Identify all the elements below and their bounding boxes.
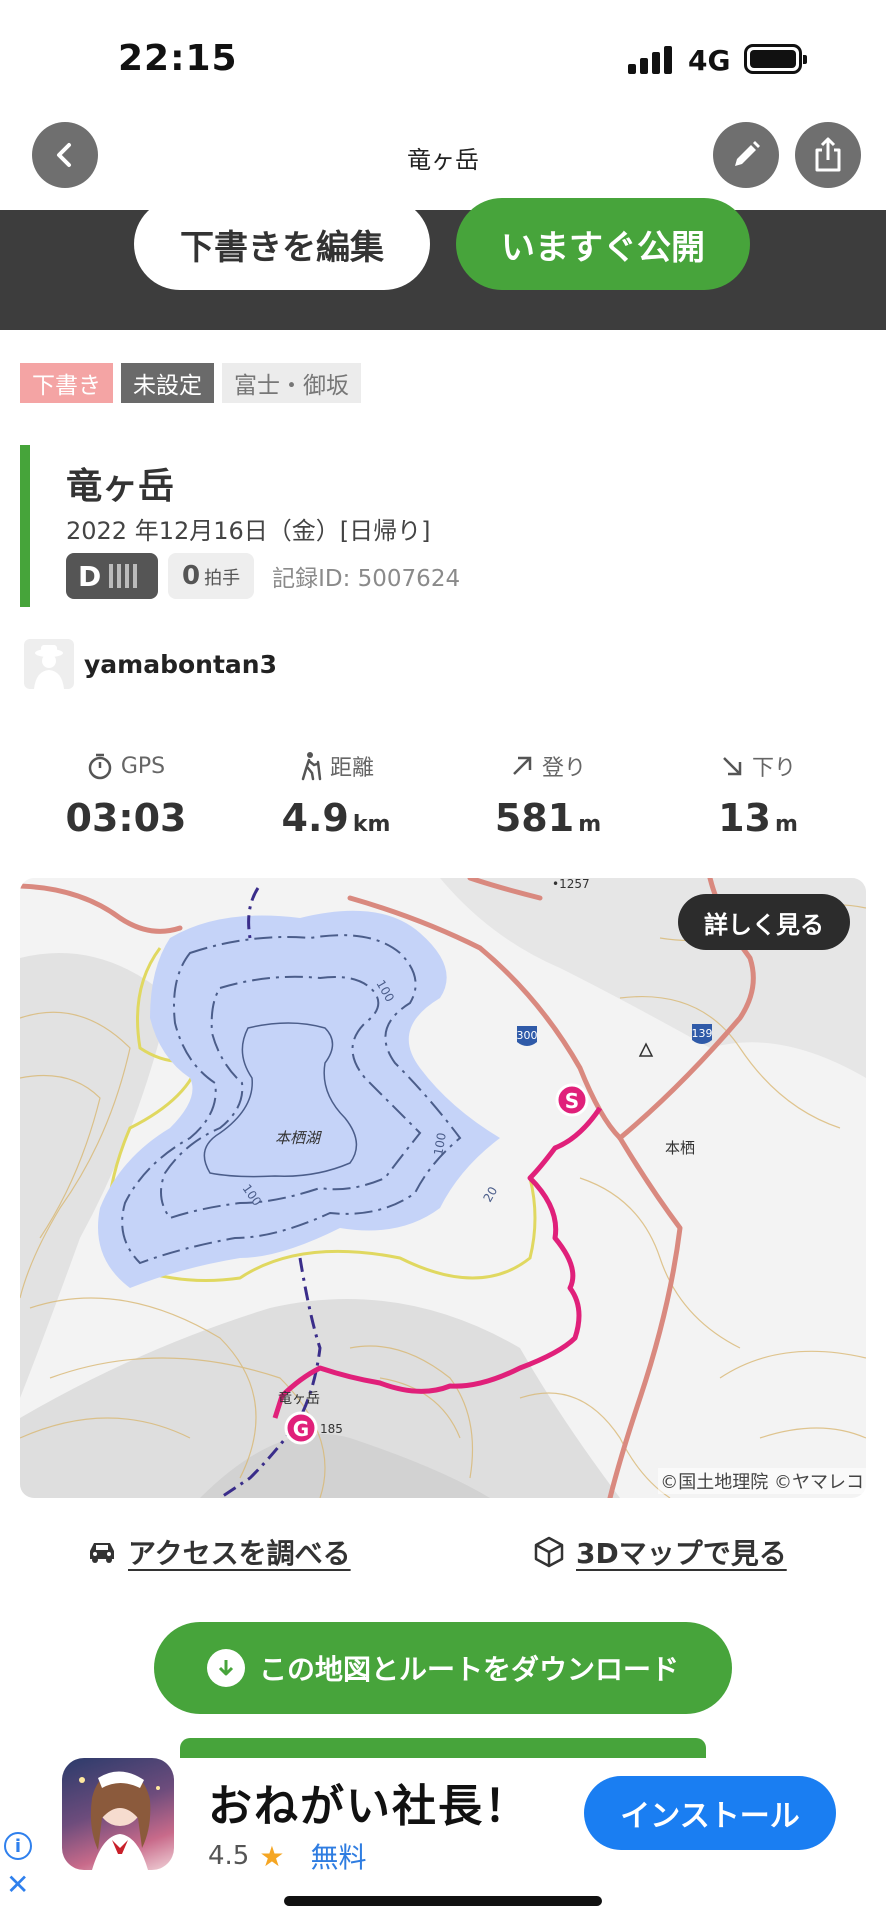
stat-unit: m bbox=[578, 812, 602, 837]
home-indicator bbox=[284, 1896, 602, 1906]
ad-banner[interactable]: i ✕ おねがい社長！ 4.5 ★ 無料 インストール bbox=[0, 1738, 886, 1920]
stats-row: GPS 03:03 距離 4.9 km 登り 581 m 下り 13 m bbox=[0, 750, 886, 850]
access-link[interactable]: アクセスを調べる bbox=[86, 1530, 351, 1574]
user-row[interactable]: yamabontan3 bbox=[24, 638, 277, 690]
ad-rating: 4.5 bbox=[208, 1841, 250, 1871]
status-time: 22:15 bbox=[118, 38, 238, 79]
clap-unit: 拍手 bbox=[204, 568, 241, 589]
badge-row: D 0 拍手 記録ID: 5007624 bbox=[66, 553, 460, 599]
record-date: 2022 年12月16日（金）[日帰り] bbox=[66, 517, 431, 545]
stat-unit: m bbox=[774, 812, 798, 837]
avatar[interactable] bbox=[24, 639, 74, 689]
stat-value: 03:03 bbox=[65, 796, 187, 840]
peak-label: 竜ヶ岳 bbox=[278, 1390, 320, 1407]
start-label: S bbox=[565, 1089, 579, 1113]
stat-value: 581 bbox=[494, 796, 575, 840]
stat-label: 登り bbox=[541, 756, 586, 781]
lake-label: 本栖湖 bbox=[275, 1129, 322, 1147]
route-shield-139: 139 bbox=[692, 1024, 713, 1044]
stat-distance: 距離 4.9 km bbox=[236, 750, 436, 840]
ad-rating-row: 4.5 ★ 無料 bbox=[208, 1836, 366, 1876]
download-label: この地図とルートをダウンロード bbox=[258, 1653, 679, 1686]
stat-label: 距離 bbox=[329, 756, 374, 781]
stat-descent: 下り 13 m bbox=[658, 750, 858, 840]
clap-count: 0 bbox=[182, 561, 201, 591]
arrow-down-right-icon bbox=[723, 757, 742, 776]
username[interactable]: yamabontan3 bbox=[84, 650, 277, 679]
status-bar: 22:15 4G bbox=[0, 0, 886, 110]
goal-marker[interactable]: G bbox=[284, 1411, 318, 1445]
map-canvas: S G 300 139 本栖湖 本栖 竜ヶ岳 185 •1257 100 100… bbox=[20, 878, 866, 1498]
nav-bar: 竜ヶ岳 bbox=[0, 110, 886, 210]
map-details-button[interactable]: 詳しく見る bbox=[678, 894, 850, 950]
edit-button[interactable] bbox=[713, 122, 779, 188]
arrow-up-right-icon bbox=[513, 756, 532, 775]
ad-close-icon[interactable]: ✕ bbox=[6, 1868, 29, 1901]
peak-elevation: 185 bbox=[320, 1422, 343, 1436]
difficulty-letter: D bbox=[78, 559, 102, 593]
tag-list: 下書き 未設定 富士・御坂 bbox=[20, 363, 361, 403]
cube-icon bbox=[534, 1536, 564, 1568]
pencil-icon bbox=[735, 141, 760, 166]
route-map[interactable]: S G 300 139 本栖湖 本栖 竜ヶ岳 185 •1257 100 100… bbox=[20, 878, 866, 1498]
stat-value: 4.9 bbox=[281, 796, 349, 840]
edit-draft-button[interactable]: 下書きを編集 bbox=[134, 198, 430, 290]
stopwatch-icon bbox=[88, 753, 112, 780]
goal-label: G bbox=[293, 1417, 309, 1441]
network-label: 4G bbox=[688, 44, 731, 77]
map3d-link[interactable]: 3Dマップで見る bbox=[532, 1530, 787, 1574]
ad-app-icon[interactable] bbox=[62, 1758, 174, 1870]
svg-text:300: 300 bbox=[517, 1029, 538, 1042]
contour-label: 20 bbox=[480, 1184, 500, 1204]
access-link-label: アクセスを調べる bbox=[128, 1537, 351, 1570]
ad-price: 無料 bbox=[310, 1841, 367, 1874]
svg-text:139: 139 bbox=[692, 1027, 713, 1040]
stat-value: 13 bbox=[718, 796, 771, 840]
record-title: 竜ヶ岳 bbox=[66, 466, 175, 507]
record-id: 記録ID: 5007624 bbox=[272, 566, 461, 592]
route-shield-300: 300 bbox=[517, 1026, 538, 1046]
stat-label: 下り bbox=[751, 756, 796, 781]
difficulty-badge[interactable]: D bbox=[66, 553, 158, 599]
app-character-icon bbox=[79, 1771, 160, 1870]
tag-area[interactable]: 富士・御坂 bbox=[222, 363, 361, 403]
share-icon bbox=[815, 137, 841, 172]
ad-install-button[interactable]: インストール bbox=[584, 1776, 836, 1850]
battery-icon bbox=[744, 44, 807, 74]
stat-time: GPS 03:03 bbox=[26, 750, 226, 841]
draft-action-band: 下書きを編集 いますぐ公開 bbox=[0, 198, 886, 330]
share-button[interactable] bbox=[795, 122, 861, 188]
publish-now-button[interactable]: いますぐ公開 bbox=[456, 198, 750, 290]
car-icon bbox=[90, 1543, 114, 1563]
download-map-button[interactable]: この地図とルートをダウンロード bbox=[154, 1622, 732, 1714]
map3d-link-label: 3Dマップで見る bbox=[576, 1537, 787, 1570]
stat-unit: km bbox=[352, 812, 391, 837]
stat-ascent: 登り 581 m bbox=[448, 750, 648, 840]
stat-label: GPS bbox=[120, 753, 166, 779]
elevation-1257: •1257 bbox=[552, 878, 590, 891]
signal-icon bbox=[628, 46, 674, 74]
hiker-icon bbox=[301, 752, 322, 781]
next-button-peek bbox=[180, 1738, 706, 1758]
tag-unset: 未設定 bbox=[121, 363, 214, 403]
map-credit: ©国土地理院 ©ヤマレコ bbox=[658, 1468, 866, 1494]
start-marker[interactable]: S bbox=[555, 1083, 589, 1117]
download-icon bbox=[206, 1649, 245, 1687]
star-icon: ★ bbox=[259, 1839, 285, 1873]
village-label: 本栖 bbox=[665, 1139, 695, 1157]
clap-counter[interactable]: 0 拍手 bbox=[168, 553, 255, 599]
tag-draft: 下書き bbox=[20, 363, 113, 403]
avatar-silhouette-icon bbox=[34, 645, 64, 689]
ad-title: おねがい社長！ bbox=[208, 1781, 530, 1832]
record-header: 竜ヶ岳 2022 年12月16日（金）[日帰り] D 0 拍手 記録ID: 50… bbox=[20, 445, 860, 607]
ad-info-icon[interactable]: i bbox=[4, 1832, 32, 1860]
